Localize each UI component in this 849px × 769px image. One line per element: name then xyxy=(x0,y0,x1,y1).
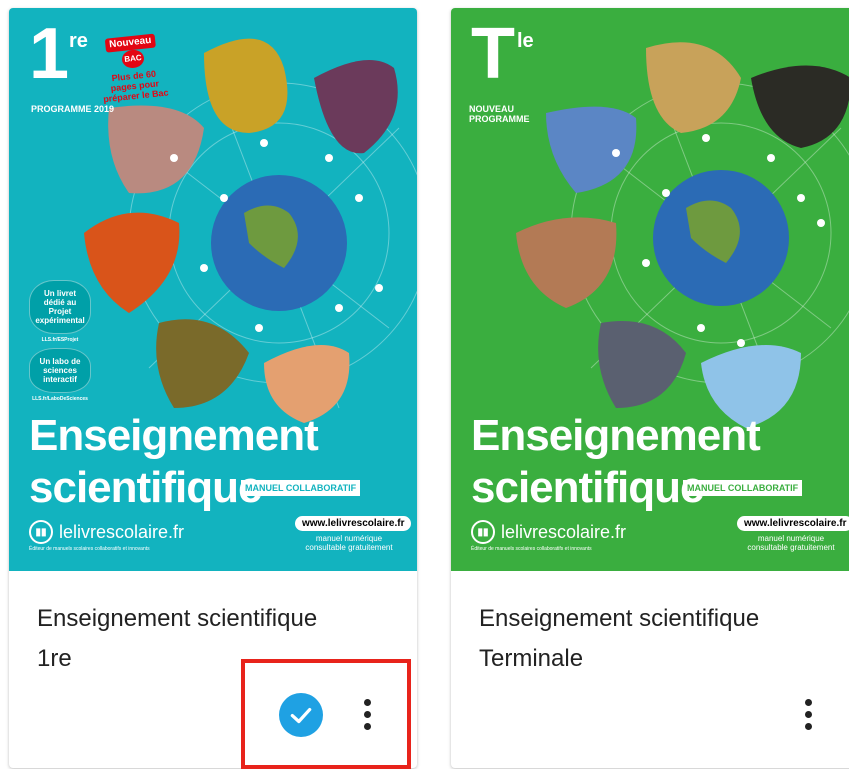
bubble-projet-text: Un livret dédié au Projet expérimental xyxy=(29,280,91,334)
publisher-logo-icon: ▮▮ xyxy=(471,520,495,544)
bubble-labo-link: LLS.fr/LaboDeSciences xyxy=(32,396,88,402)
book-level: Terminale xyxy=(479,645,584,672)
bubble-projet-link: LLS.fr/ESProjet xyxy=(41,337,79,343)
bac-label: BAC xyxy=(121,48,145,70)
publisher-logo: ▮▮ lelivrescolaire.fr xyxy=(471,520,626,544)
book-card-terminale[interactable]: T le NOUVEAU PROGRAMME Enseignement scie… xyxy=(451,8,849,768)
check-circle-icon[interactable] xyxy=(279,693,323,737)
book-card-1re[interactable]: 1 re PROGRAMME 2019 NouveauBAC Plus de 6… xyxy=(9,8,417,768)
more-vertical-icon[interactable] xyxy=(362,699,372,733)
publisher-tagline: Éditeur de manuels scolaires collaborati… xyxy=(471,546,592,552)
cover-title-line1: Enseignement xyxy=(471,411,761,460)
cover-level-sup: re xyxy=(69,30,88,52)
cover-level: 1 xyxy=(29,14,70,94)
website-badge: www.lelivrescolaire.fr xyxy=(295,516,412,531)
cover-level: T xyxy=(471,14,515,94)
cover-program: NOUVEAU PROGRAMME xyxy=(469,104,530,124)
publisher-logo-icon: ▮▮ xyxy=(29,520,53,544)
nouveau-bac-badge: NouveauBAC Plus de 60 pages pour prépare… xyxy=(94,32,172,104)
website-subtext: manuel numérique consultable gratuitemen… xyxy=(305,534,393,552)
publisher-logo-text: lelivrescolaire.fr xyxy=(501,521,627,542)
website-subtext: manuel numérique consultable gratuitemen… xyxy=(747,534,835,552)
book-level: 1re xyxy=(37,645,72,672)
book-info-terminale: Enseignement scientifique Terminale xyxy=(451,571,849,768)
cover-title-line2: scientifique xyxy=(29,463,262,512)
book-cover-1re[interactable]: 1 re PROGRAMME 2019 NouveauBAC Plus de 6… xyxy=(9,8,417,571)
cover-level-sup: le xyxy=(517,30,534,52)
website-badge: www.lelivrescolaire.fr xyxy=(737,516,849,531)
bubble-labo-text: Un labo de sciences interactif xyxy=(29,348,91,393)
more-vertical-icon[interactable] xyxy=(803,699,813,733)
book-title: Enseignement scientifique xyxy=(37,605,318,632)
bubble-labo: Un labo de sciences interactif LLS.fr/La… xyxy=(29,348,91,404)
book-cover-terminale[interactable]: T le NOUVEAU PROGRAMME Enseignement scie… xyxy=(451,8,849,571)
book-title: Enseignement scientifique xyxy=(479,605,760,632)
manuel-collaboratif-badge: MANUEL COLLABORATIF xyxy=(683,480,803,496)
highlight-box xyxy=(241,659,411,769)
manuel-collaboratif-badge: MANUEL COLLABORATIF xyxy=(241,480,361,496)
cover-title-line1: Enseignement xyxy=(29,411,319,460)
publisher-logo: ▮▮ lelivrescolaire.fr xyxy=(29,520,184,544)
publisher-tagline: Éditeur de manuels scolaires collaborati… xyxy=(29,546,150,552)
publisher-logo-text: lelivrescolaire.fr xyxy=(59,521,185,542)
cover-title-line2: scientifique xyxy=(471,463,704,512)
cover-program: PROGRAMME 2019 xyxy=(31,104,115,114)
bubble-projet: Un livret dédié au Projet expérimental L… xyxy=(29,280,91,345)
